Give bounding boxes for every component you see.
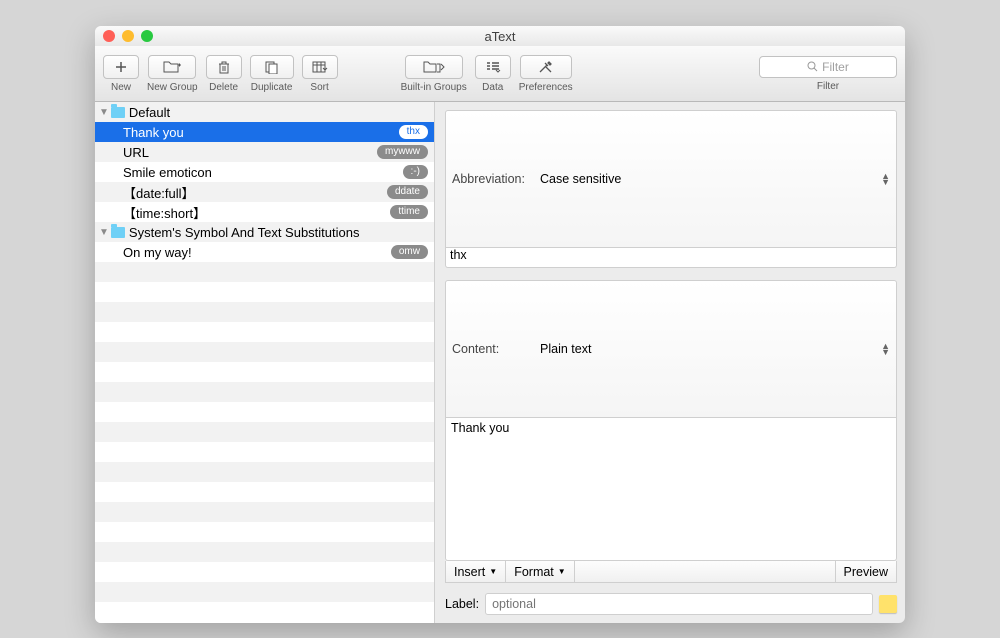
builtin-groups-button[interactable]: Built-in Groups [401,55,467,93]
new-button[interactable]: New [103,55,139,93]
folder-plus-icon [163,60,181,74]
plus-icon [114,60,128,74]
abbr-badge: mywww [377,145,428,159]
snippet-date[interactable]: 【date:full】 ddate [95,182,434,202]
chevron-down-icon: ▼ [558,567,566,576]
abbreviation-mode-select[interactable]: Case sensitive [540,172,621,186]
abbr-badge: ddate [387,185,428,199]
group-system[interactable]: ▼ System's Symbol And Text Substitutions [95,222,434,242]
updown-icon: ▲▼ [881,343,890,355]
sort-button[interactable]: Sort [302,55,338,93]
chevron-down-icon: ▼ [489,567,497,576]
duplicate-icon [264,60,280,74]
search-icon [807,61,818,72]
group-default[interactable]: ▼ Default [95,102,434,122]
snippet-time[interactable]: 【time:short】 ttime [95,202,434,222]
snippet-url[interactable]: URL mywww [95,142,434,162]
data-button[interactable]: Data [475,55,511,93]
tools-icon [537,60,555,74]
label-label: Label: [445,597,479,611]
content-textarea[interactable]: Thank you [445,418,897,561]
folder-group-icon [423,60,445,74]
toolbar: New New Group Delete Duplicate Sort Buil… [95,46,905,102]
label-input[interactable] [485,593,873,615]
detail-pane: Abbreviation: Case sensitive ▲▼ thx Cont… [435,102,905,623]
updown-icon: ▲▼ [881,173,890,185]
duplicate-button[interactable]: Duplicate [250,55,294,93]
abbr-badge: :-) [403,165,428,179]
window-title: aText [95,29,905,44]
abbr-badge: thx [399,125,428,139]
abbreviation-label: Abbreviation: [452,172,540,186]
insert-button[interactable]: Insert▼ [446,561,506,582]
disclosure-triangle-icon[interactable]: ▼ [99,107,109,118]
content-label: Content: [452,342,540,356]
sort-icon [312,60,328,74]
abbr-badge: ttime [390,205,428,219]
data-icon [485,60,501,74]
sidebar: ▼ Default Thank you thx URL mywww Smile … [95,102,435,623]
filter-input[interactable]: Filter [759,56,897,78]
preferences-button[interactable]: Preferences [519,55,573,93]
trash-icon [217,60,231,74]
delete-button[interactable]: Delete [206,55,242,93]
snippet-omw[interactable]: On my way! omw [95,242,434,262]
disclosure-triangle-icon[interactable]: ▼ [99,227,109,238]
note-icon[interactable] [879,595,897,613]
snippet-smile[interactable]: Smile emoticon :-) [95,162,434,182]
filter-label: Filter [817,81,839,92]
titlebar: aText [95,26,905,46]
app-window: aText New New Group Delete Duplicate Sor… [95,26,905,623]
abbreviation-input[interactable]: thx [445,248,897,268]
new-group-button[interactable]: New Group [147,55,198,93]
folder-icon [111,107,125,118]
content-mode-select[interactable]: Plain text [540,342,591,356]
preview-button[interactable]: Preview [835,561,896,582]
folder-icon [111,227,125,238]
abbr-badge: omw [391,245,428,259]
format-button[interactable]: Format▼ [506,561,575,582]
snippet-thank-you[interactable]: Thank you thx [95,122,434,142]
